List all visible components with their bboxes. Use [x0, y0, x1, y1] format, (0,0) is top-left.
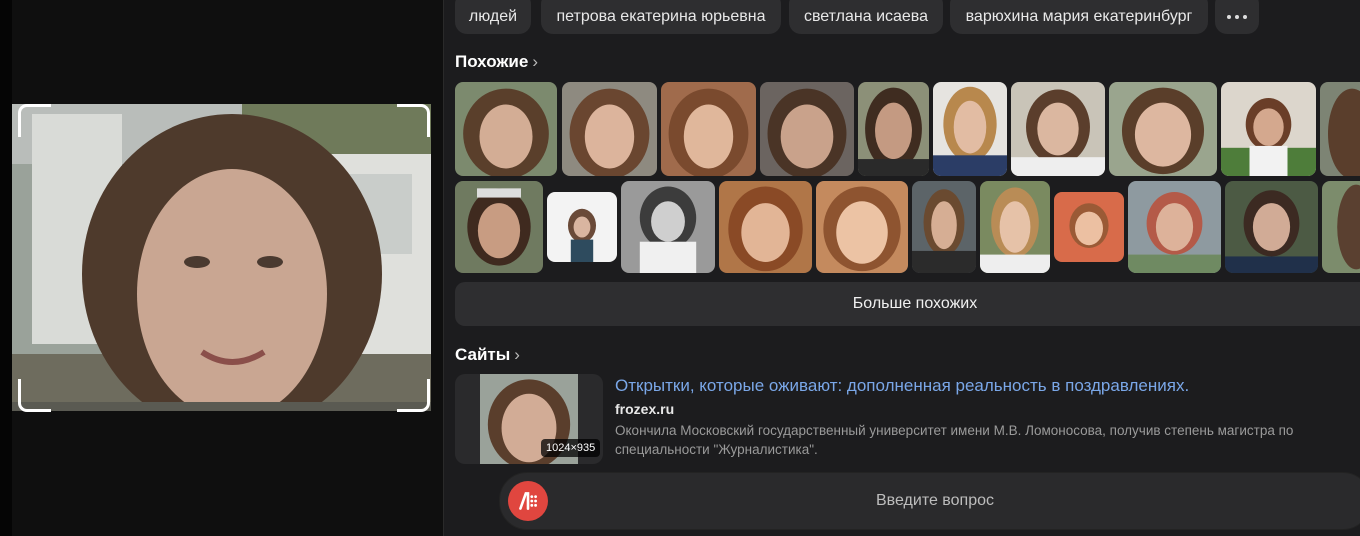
- site-result-domain[interactable]: frozex.ru: [615, 401, 674, 417]
- query-chip[interactable]: светлана исаева: [789, 0, 943, 34]
- site-result-thumbnail[interactable]: 1024×935: [455, 374, 603, 464]
- sites-title-text: Сайты: [455, 345, 511, 364]
- similar-image[interactable]: [1109, 82, 1217, 176]
- site-result-snippet: Окончила Московский государственный унив…: [615, 423, 1294, 457]
- crop-handle-bottom-right[interactable]: [397, 379, 430, 412]
- ask-question-input[interactable]: Введите вопрос: [499, 472, 1360, 530]
- similar-image[interactable]: [1320, 82, 1360, 176]
- query-chip-label: варюхина мария екатеринбург: [965, 8, 1193, 25]
- results-panel: людей петрова екатерина юрьевна светлана…: [444, 0, 1360, 536]
- similar-image[interactable]: [858, 82, 929, 176]
- similar-image[interactable]: [816, 181, 908, 273]
- similar-image[interactable]: [980, 181, 1050, 273]
- alice-assistant-icon[interactable]: [508, 481, 548, 521]
- similar-section-title[interactable]: Похожие ›: [455, 52, 538, 72]
- similar-image[interactable]: [1221, 82, 1316, 176]
- crop-handle-top-right[interactable]: [397, 104, 430, 137]
- similar-image[interactable]: [933, 82, 1007, 176]
- similar-title-text: Похожие: [455, 52, 529, 71]
- query-preview-panel: [0, 0, 443, 536]
- query-chip[interactable]: людей: [455, 0, 531, 34]
- similar-image[interactable]: [621, 181, 715, 273]
- more-chips-button[interactable]: [1215, 0, 1259, 34]
- crop-handle-bottom-left[interactable]: [18, 379, 51, 412]
- chevron-right-icon: ›: [514, 345, 520, 364]
- site-result-title-link[interactable]: Открытки, которые оживают: дополненная р…: [615, 376, 1189, 396]
- similar-image[interactable]: [547, 192, 617, 262]
- query-chip[interactable]: варюхина мария екатеринбург: [950, 0, 1208, 34]
- similar-image[interactable]: [1322, 181, 1360, 273]
- query-chip[interactable]: петрова екатерина юрьевна: [541, 0, 781, 34]
- chevron-right-icon: ›: [532, 52, 539, 71]
- similar-image[interactable]: [562, 82, 657, 176]
- query-chip-label: людей: [468, 8, 518, 25]
- similar-image[interactable]: [455, 181, 543, 273]
- similar-image[interactable]: [1225, 181, 1318, 273]
- similar-image[interactable]: [719, 181, 812, 273]
- ask-placeholder: Введите вопрос: [876, 492, 994, 509]
- more-dots-icon: [1227, 7, 1247, 19]
- panel-edge: [0, 0, 12, 536]
- query-image[interactable]: [12, 104, 431, 411]
- query-chip-label: петрова екатерина юрьевна: [556, 8, 766, 25]
- query-chip-label: светлана исаева: [803, 8, 929, 25]
- similar-image[interactable]: [455, 82, 557, 176]
- more-similar-button[interactable]: Больше похожих: [455, 282, 1360, 326]
- crop-handle-top-left[interactable]: [18, 104, 51, 137]
- similar-image[interactable]: [661, 82, 756, 176]
- similar-image[interactable]: [1128, 181, 1221, 273]
- similar-image[interactable]: [912, 181, 976, 273]
- similar-image[interactable]: [1011, 82, 1105, 176]
- similar-image[interactable]: [760, 82, 854, 176]
- sites-section-title[interactable]: Сайты ›: [455, 345, 520, 365]
- image-size-badge: 1024×935: [541, 439, 601, 457]
- similar-image[interactable]: [1054, 192, 1124, 262]
